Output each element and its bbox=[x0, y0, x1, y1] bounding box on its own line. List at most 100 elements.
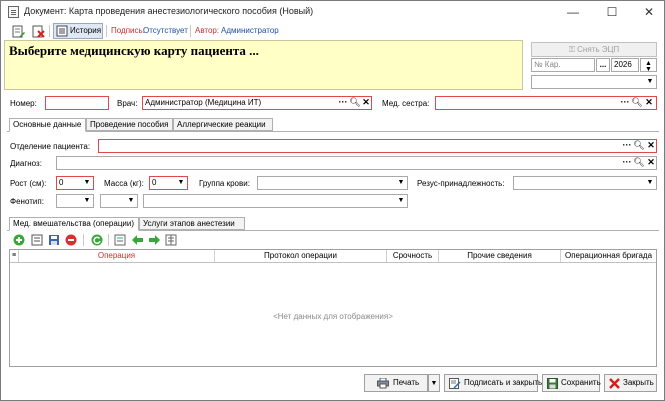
diagnosis-search-icon[interactable]: 🔍︎ bbox=[633, 157, 645, 169]
remove-eds-button[interactable]: ⚿ Снять ЭЦП bbox=[531, 42, 657, 57]
grid-row-indicator[interactable]: ≡ bbox=[10, 250, 18, 262]
card-type-select[interactable]: ▼ bbox=[531, 75, 657, 89]
year-spinner[interactable]: ▲ ▼ bbox=[640, 58, 657, 72]
maximize-button[interactable]: ☐ bbox=[597, 1, 627, 23]
chevron-down-icon: ▼ bbox=[430, 380, 438, 387]
nurse-search-icon[interactable]: 🔍︎ bbox=[631, 97, 643, 109]
number-label: Номер: bbox=[10, 99, 37, 108]
signature-label: Подпись: bbox=[111, 26, 145, 35]
save-icon bbox=[547, 378, 558, 389]
rh-select[interactable]: ▼ bbox=[513, 176, 657, 190]
col-urgency[interactable]: Срочность bbox=[386, 250, 438, 262]
department-more-button[interactable]: ··· bbox=[621, 140, 633, 152]
blood-group-label: Группа крови: bbox=[199, 179, 250, 188]
patient-card-banner[interactable]: Выберите медицинскую карту пациента ... bbox=[4, 40, 523, 90]
sign-doc-icon bbox=[449, 378, 461, 389]
tab-anesthesia-services[interactable]: Услуги этапов анестезии bbox=[139, 217, 245, 230]
number-input[interactable] bbox=[45, 96, 109, 110]
department-buttons: ··· 🔍︎ ✕ bbox=[621, 140, 657, 152]
signature-value: Отсутствует bbox=[143, 26, 188, 35]
chevron-down-icon: ▼ bbox=[646, 78, 654, 85]
year-input[interactable]: 2026 bbox=[611, 58, 639, 72]
tab-main-data[interactable]: Основные данные bbox=[9, 118, 86, 132]
rh-label: Резус-принадлежность: bbox=[417, 179, 505, 188]
height-select[interactable]: 0 ▼ bbox=[56, 176, 94, 190]
print-button[interactable]: Печать bbox=[364, 374, 428, 392]
diagnosis-clear-icon[interactable]: ✕ bbox=[645, 157, 657, 169]
col-other-info[interactable]: Прочие сведения bbox=[438, 250, 560, 262]
phenotype-select-1[interactable]: ▼ bbox=[56, 194, 94, 208]
history-icon bbox=[56, 25, 68, 37]
close-red-x-icon bbox=[609, 378, 620, 389]
tab-interventions[interactable]: Мед. вмешательства (операции) bbox=[9, 217, 139, 231]
nurse-clear-icon[interactable]: ✕ bbox=[643, 97, 655, 109]
toolbar-separator bbox=[106, 25, 107, 37]
nurse-buttons: ··· 🔍︎ ✕ bbox=[619, 97, 657, 109]
save-row-icon[interactable] bbox=[48, 234, 60, 246]
diagnosis-buttons: ··· 🔍︎ ✕ bbox=[621, 157, 657, 169]
phenotype-select-2[interactable]: ▼ bbox=[100, 194, 138, 208]
chevron-down-icon: ▼ bbox=[646, 179, 654, 186]
doctor-input[interactable]: Администратор (Медицина ИТ) ··· 🔍︎ ✕ bbox=[142, 96, 372, 110]
tab-allergic-reactions[interactable]: Аллергические реакции bbox=[173, 118, 273, 131]
add-icon[interactable] bbox=[13, 234, 25, 246]
col-protocol[interactable]: Протокол операции bbox=[214, 250, 386, 262]
banner-text: Выберите медицинскую карту пациента ... bbox=[9, 43, 259, 58]
chevron-down-icon: ▼ bbox=[397, 197, 405, 204]
main-tabs: Основные данные Проведение пособия Аллер… bbox=[9, 118, 659, 132]
close-button[interactable]: Закрыть bbox=[604, 374, 657, 392]
nurse-more-button[interactable]: ··· bbox=[619, 97, 631, 109]
minimize-button[interactable]: — bbox=[558, 1, 588, 23]
diagnosis-input[interactable] bbox=[56, 156, 657, 170]
toolbar-separator bbox=[49, 25, 50, 37]
save-button[interactable]: Сохранить bbox=[542, 374, 601, 392]
history-button[interactable]: История bbox=[53, 23, 103, 39]
col-operation[interactable]: Операция bbox=[18, 250, 214, 262]
blood-group-select[interactable]: ▼ bbox=[257, 176, 408, 190]
grid-toolbar bbox=[11, 233, 251, 247]
weight-select[interactable]: 0 ▼ bbox=[149, 176, 188, 190]
refresh-icon[interactable] bbox=[91, 234, 103, 246]
edit-doc-button[interactable] bbox=[10, 23, 26, 39]
sign-and-close-button[interactable]: Подписать и закрыть bbox=[444, 374, 542, 392]
card-number-input[interactable]: № Кар. bbox=[531, 58, 595, 72]
print-dropdown-button[interactable]: ▼ bbox=[428, 374, 440, 392]
card-search-button[interactable]: ... bbox=[596, 58, 610, 72]
chevron-down-icon: ▼ bbox=[83, 179, 91, 186]
tab-anesthesia-procedure[interactable]: Проведение пособия bbox=[86, 118, 173, 131]
delete-doc-button[interactable] bbox=[30, 23, 46, 39]
phenotype-select-3[interactable]: ▼ bbox=[143, 194, 408, 208]
col-surgical-team[interactable]: Операционная бригада bbox=[560, 250, 656, 262]
spin-down-icon: ▼ bbox=[645, 66, 652, 72]
department-clear-icon[interactable]: ✕ bbox=[645, 140, 657, 152]
department-search-icon[interactable]: 🔍︎ bbox=[633, 140, 645, 152]
weight-label: Масса (кг): bbox=[104, 179, 144, 188]
columns-icon[interactable] bbox=[165, 234, 177, 246]
chevron-down-icon: ▼ bbox=[397, 179, 405, 186]
diagnosis-more-button[interactable]: ··· bbox=[621, 157, 633, 169]
doctor-clear-icon[interactable]: ✕ bbox=[360, 97, 371, 109]
edit-row-icon[interactable] bbox=[31, 234, 43, 246]
grid-header: ≡ Операция Протокол операции Срочность П… bbox=[10, 250, 656, 263]
tabs-divider bbox=[7, 131, 659, 132]
department-input[interactable] bbox=[98, 139, 657, 153]
author-label: Автор: bbox=[195, 26, 220, 35]
toolbar-separator bbox=[190, 25, 191, 37]
close-window-button[interactable]: ✕ bbox=[634, 1, 664, 23]
edit-doc-icon bbox=[12, 25, 25, 38]
doctor-more-button[interactable]: ··· bbox=[337, 97, 349, 109]
delete-row-icon[interactable] bbox=[65, 234, 77, 246]
operations-grid[interactable]: ≡ Операция Протокол операции Срочность П… bbox=[9, 249, 657, 367]
arrow-right-icon[interactable] bbox=[148, 234, 161, 246]
grid-empty-text: <Нет данных для отображения> bbox=[273, 312, 393, 321]
author-value: Администратор bbox=[221, 26, 279, 35]
group-icon[interactable] bbox=[114, 234, 126, 246]
title-bar: Документ: Карта проведения анестезиологи… bbox=[1, 1, 664, 23]
arrow-left-icon[interactable] bbox=[131, 234, 144, 246]
history-label: История bbox=[70, 26, 102, 35]
eds-icon: ⚿ bbox=[568, 45, 578, 54]
delete-doc-icon bbox=[32, 25, 45, 38]
chevron-down-icon: ▼ bbox=[127, 197, 135, 204]
grid-toolbar-separator bbox=[83, 234, 84, 246]
chevron-down-icon: ▼ bbox=[177, 179, 185, 186]
